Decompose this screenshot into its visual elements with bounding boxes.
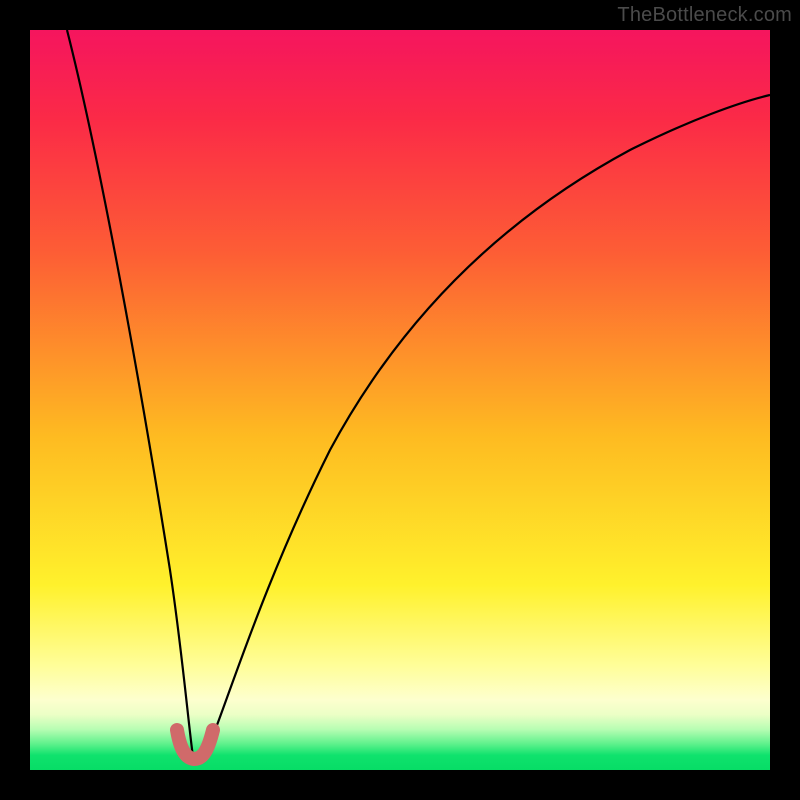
plot-area <box>30 30 770 770</box>
curve-layer <box>30 30 770 770</box>
minimum-marker <box>177 730 213 759</box>
watermark-text: TheBottleneck.com <box>617 4 792 27</box>
bottleneck-curve <box>67 30 770 760</box>
outer-frame: TheBottleneck.com <box>0 0 800 800</box>
